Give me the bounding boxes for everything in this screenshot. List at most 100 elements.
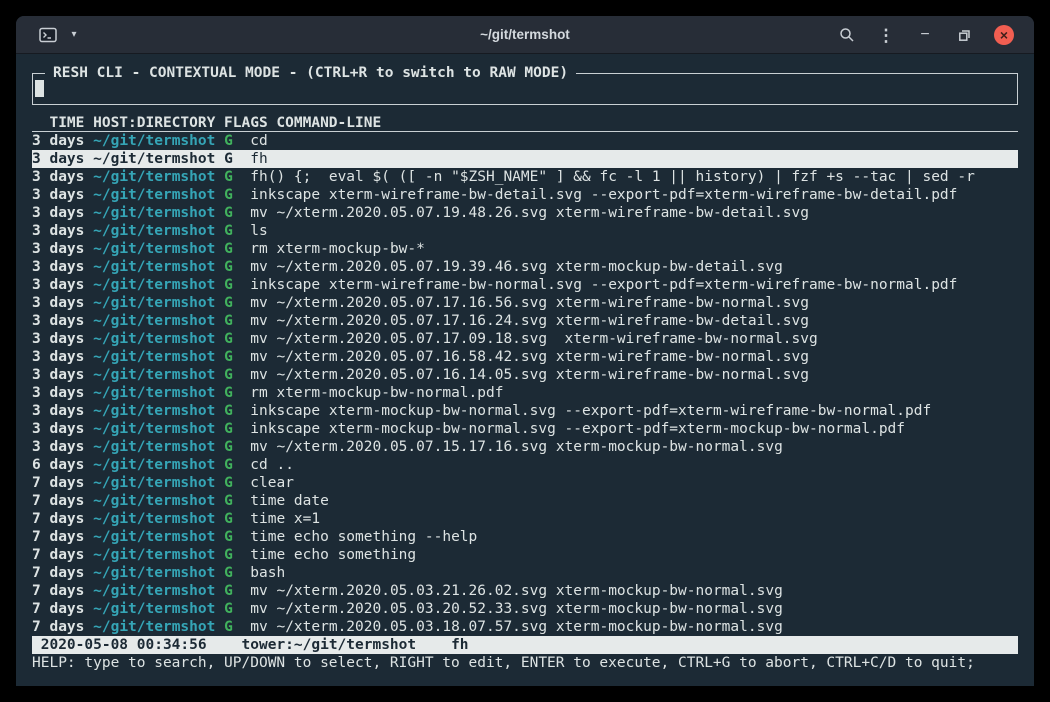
row-time: 3 days	[32, 295, 84, 311]
row-command: cd	[250, 133, 267, 149]
history-row[interactable]: 7 days ~/git/termshot G bash	[32, 564, 1018, 582]
search-box[interactable]: RESH CLI - CONTEXTUAL MODE - (CTRL+R to …	[32, 73, 1018, 105]
history-row[interactable]: 3 days ~/git/termshot G rm xterm-mockup-…	[32, 384, 1018, 402]
close-icon: ×	[1000, 28, 1008, 42]
history-row[interactable]: 3 days ~/git/termshot G ls	[32, 222, 1018, 240]
row-command: inkscape xterm-mockup-bw-normal.svg --ex…	[250, 421, 905, 437]
row-time: 3 days	[32, 205, 84, 221]
status-host: tower:~/git/termshot	[242, 637, 417, 653]
row-flags: G	[224, 133, 233, 149]
row-host-directory: ~/git/termshot	[93, 439, 215, 455]
close-button[interactable]: ×	[994, 25, 1014, 45]
history-row[interactable]: 3 days ~/git/termshot G mv ~/xterm.2020.…	[32, 330, 1018, 348]
history-row[interactable]: 7 days ~/git/termshot G time echo someth…	[32, 546, 1018, 564]
minimize-button[interactable]: −	[916, 23, 934, 47]
row-time: 3 days	[32, 403, 84, 419]
row-host-directory: ~/git/termshot	[93, 511, 215, 527]
row-command: mv ~/xterm.2020.05.07.17.16.56.svg xterm…	[250, 295, 809, 311]
row-host-directory: ~/git/termshot	[93, 331, 215, 347]
history-row[interactable]: 3 days ~/git/termshot G mv ~/xterm.2020.…	[32, 312, 1018, 330]
history-row[interactable]: 3 days ~/git/termshot G rm xterm-mockup-…	[32, 240, 1018, 258]
row-command: mv ~/xterm.2020.05.07.19.48.26.svg xterm…	[250, 205, 809, 221]
new-terminal-dropdown-button[interactable]: ▾	[65, 23, 83, 47]
search-icon	[839, 27, 855, 43]
history-row[interactable]: 7 days ~/git/termshot G time echo someth…	[32, 528, 1018, 546]
history-row[interactable]: 3 days ~/git/termshot G mv ~/xterm.2020.…	[32, 294, 1018, 312]
row-flags: G	[224, 385, 233, 401]
new-terminal-icon	[38, 26, 58, 44]
history-row[interactable]: 7 days ~/git/termshot G mv ~/xterm.2020.…	[32, 618, 1018, 636]
history-row[interactable]: 3 days ~/git/termshot G inkscape xterm-m…	[32, 420, 1018, 438]
history-row[interactable]: 3 days ~/git/termshot G inkscape xterm-m…	[32, 402, 1018, 420]
history-row[interactable]: 7 days ~/git/termshot G clear	[32, 474, 1018, 492]
row-flags: G	[224, 205, 233, 221]
history-row[interactable]: 3 days ~/git/termshot G fh() {; eval $( …	[32, 168, 1018, 186]
status-command: fh	[451, 637, 468, 653]
row-command: rm xterm-mockup-bw-*	[250, 241, 425, 257]
new-terminal-button[interactable]	[38, 23, 58, 47]
row-flags: G	[224, 367, 233, 383]
history-row[interactable]: 3 days ~/git/termshot G mv ~/xterm.2020.…	[32, 258, 1018, 276]
row-flags: G	[224, 619, 233, 635]
row-host-directory: ~/git/termshot	[93, 601, 215, 617]
row-time: 3 days	[32, 241, 84, 257]
kebab-menu-icon: ⋮	[878, 27, 895, 44]
history-list: 3 days ~/git/termshot G cd3 days ~/git/t…	[32, 132, 1018, 636]
history-row[interactable]: 3 days ~/git/termshot G mv ~/xterm.2020.…	[32, 438, 1018, 456]
row-host-directory: ~/git/termshot	[93, 349, 215, 365]
terminal-window: ~/git/termshot ▾	[16, 16, 1034, 686]
row-flags: G	[224, 547, 233, 563]
row-host-directory: ~/git/termshot	[93, 133, 215, 149]
row-flags: G	[224, 313, 233, 329]
row-time: 7 days	[32, 565, 84, 581]
history-row[interactable]: 7 days ~/git/termshot G time x=1	[32, 510, 1018, 528]
row-flags: G	[224, 403, 233, 419]
row-flags: G	[224, 259, 233, 275]
history-row[interactable]: 3 days ~/git/termshot G mv ~/xterm.2020.…	[32, 348, 1018, 366]
row-flags: G	[224, 529, 233, 545]
row-time: 6 days	[32, 457, 84, 473]
row-host-directory: ~/git/termshot	[93, 367, 215, 383]
history-row[interactable]: 7 days ~/git/termshot G time date	[32, 492, 1018, 510]
row-command: mv ~/xterm.2020.05.07.17.16.24.svg xterm…	[250, 313, 809, 329]
row-flags: G	[224, 457, 233, 473]
row-host-directory: ~/git/termshot	[93, 457, 215, 473]
history-row[interactable]: 3 days ~/git/termshot G mv ~/xterm.2020.…	[32, 366, 1018, 384]
history-row[interactable]: 7 days ~/git/termshot G mv ~/xterm.2020.…	[32, 600, 1018, 618]
resh-mode-title: RESH CLI - CONTEXTUAL MODE - (CTRL+R to …	[45, 64, 576, 82]
history-row[interactable]: 3 days ~/git/termshot G inkscape xterm-w…	[32, 276, 1018, 294]
status-bar: 2020-05-08 00:34:56 tower:~/git/termshot…	[32, 636, 1018, 654]
row-flags: G	[224, 295, 233, 311]
history-row[interactable]: 3 days ~/git/termshot G cd	[32, 132, 1018, 150]
row-command: mv ~/xterm.2020.05.03.18.07.57.svg xterm…	[250, 619, 783, 635]
row-command: mv ~/xterm.2020.05.07.16.58.42.svg xterm…	[250, 349, 809, 365]
row-time: 3 days	[32, 367, 84, 383]
row-flags: G	[224, 331, 233, 347]
history-row[interactable]: 3 days ~/git/termshot G fh	[32, 150, 1018, 168]
row-time: 3 days	[32, 277, 84, 293]
history-row[interactable]: 3 days ~/git/termshot G mv ~/xterm.2020.…	[32, 204, 1018, 222]
row-host-directory: ~/git/termshot	[93, 619, 215, 635]
search-button[interactable]	[838, 23, 856, 47]
row-command: clear	[250, 475, 294, 491]
row-time: 3 days	[32, 385, 84, 401]
row-host-directory: ~/git/termshot	[93, 493, 215, 509]
row-time: 3 days	[32, 313, 84, 329]
history-row[interactable]: 3 days ~/git/termshot G inkscape xterm-w…	[32, 186, 1018, 204]
row-flags: G	[224, 583, 233, 599]
terminal-content: RESH CLI - CONTEXTUAL MODE - (CTRL+R to …	[16, 55, 1034, 686]
menu-button[interactable]: ⋮	[877, 23, 895, 47]
minimize-icon: −	[920, 27, 929, 43]
row-time: 3 days	[32, 421, 84, 437]
row-command: time echo something --help	[250, 529, 477, 545]
row-command: mv ~/xterm.2020.05.03.21.26.02.svg xterm…	[250, 583, 783, 599]
history-row[interactable]: 6 days ~/git/termshot G cd ..	[32, 456, 1018, 474]
row-flags: G	[224, 475, 233, 491]
row-time: 3 days	[32, 331, 84, 347]
history-row[interactable]: 7 days ~/git/termshot G mv ~/xterm.2020.…	[32, 582, 1018, 600]
row-host-directory: ~/git/termshot	[93, 151, 215, 167]
row-time: 7 days	[32, 583, 84, 599]
row-command: time x=1	[250, 511, 320, 527]
row-time: 3 days	[32, 223, 84, 239]
restore-button[interactable]	[955, 23, 973, 47]
